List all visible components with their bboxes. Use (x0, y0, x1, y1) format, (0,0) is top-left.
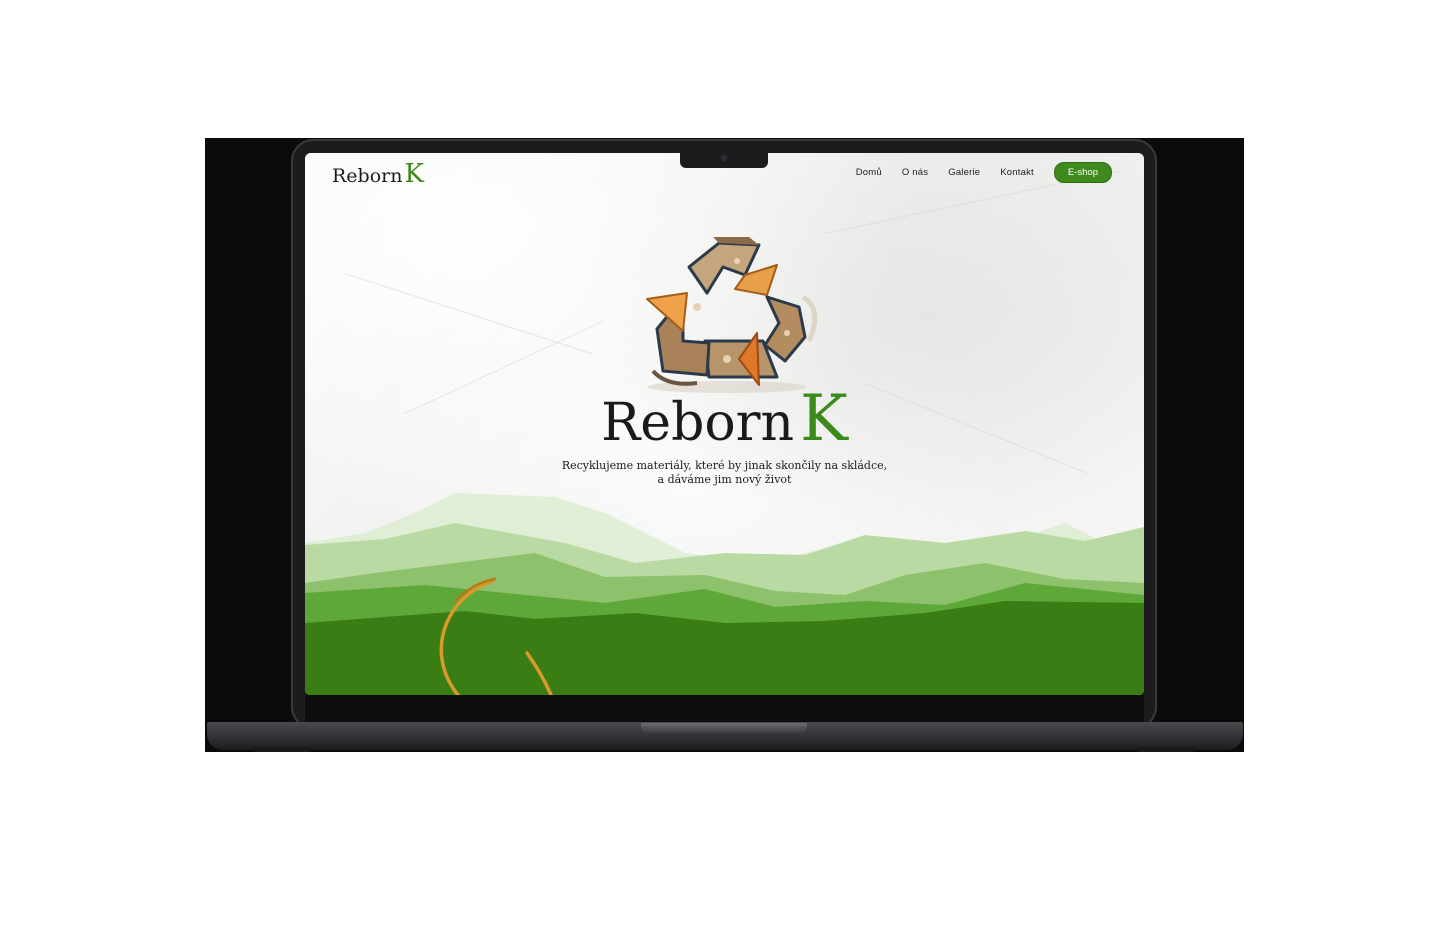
website-screen: Reborn K Domů O nás Galerie Kontakt E-sh… (305, 153, 1144, 695)
nav-logo[interactable]: Reborn K (332, 159, 424, 189)
eshop-button[interactable]: E-shop (1053, 162, 1112, 183)
nav-link-contact[interactable]: Kontakt (1000, 167, 1034, 178)
nav-link-gallery[interactable]: Galerie (948, 167, 980, 178)
nav-link-home[interactable]: Domů (856, 167, 882, 178)
laptop-foot (1136, 747, 1196, 752)
main-nav: Domů O nás Galerie Kontakt E-shop (836, 162, 1112, 183)
mockup-stage: Reborn K Domů O nás Galerie Kontakt E-sh… (0, 0, 1450, 938)
recycle-icon (646, 237, 818, 393)
hero-subtitle-line-1: Recyklujeme materiály, které by jinak sk… (561, 459, 888, 472)
laptop-hinge (641, 723, 807, 733)
bottom-bezel (305, 695, 1144, 723)
nav-logo-accent: K (404, 159, 424, 189)
nav-logo-text: Reborn (332, 165, 403, 187)
camera-dot (721, 155, 727, 161)
green-hills (305, 493, 1144, 695)
laptop-foot (252, 747, 312, 752)
nav-link-about[interactable]: O nás (902, 167, 928, 178)
hero-title: RebornK (305, 387, 1144, 451)
hero-title-accent: K (800, 382, 848, 456)
hero-title-text: Reborn (601, 393, 795, 453)
